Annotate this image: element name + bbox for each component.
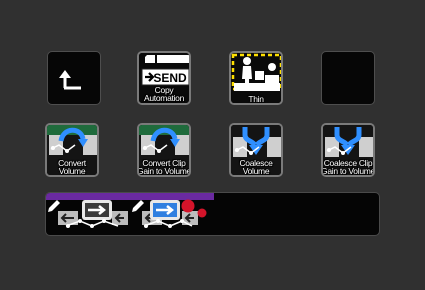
- convert-clip-gain-to-volume-button[interactable]: Convert Clip Gain to Volume: [137, 123, 191, 177]
- send-badge-text: SEND: [153, 71, 187, 85]
- back-button[interactable]: [47, 51, 101, 105]
- empty-slot-button[interactable]: [321, 51, 375, 105]
- edit-automation-item-2[interactable]: [130, 193, 214, 235]
- thin-automation-button[interactable]: Thin Automation: [229, 51, 283, 105]
- coalesce-volume-to-clip-gain-label: Coalesce Volume to Clip Gain: [236, 158, 277, 176]
- pencil-icon: [48, 200, 60, 212]
- coalesce-clip-gain-to-volume-label: Coalesce Clip Gain to Volume: [321, 158, 375, 176]
- copy-automation-to-send-label: Copy Automation to Send: [144, 85, 184, 103]
- convert-volume-to-clip-gain-label: Convert Volume to Clip Gain: [52, 158, 93, 176]
- pencil-icon: [132, 200, 144, 212]
- automation-preset-strip: [45, 192, 380, 236]
- coalesce-clip-gain-to-volume-button[interactable]: Coalesce Clip Gain to Volume: [321, 123, 375, 177]
- return-arrow-icon: [59, 70, 81, 90]
- convert-clip-gain-to-volume-label: Convert Clip Gain to Volume: [137, 158, 191, 176]
- thin-automation-label: Thin Automation: [236, 94, 276, 104]
- automation-transfer-record-icon: [130, 193, 214, 228]
- automation-transfer-icon: [46, 193, 130, 228]
- coalesce-volume-to-clip-gain-button[interactable]: Coalesce Volume to Clip Gain: [229, 123, 283, 177]
- edit-automation-item-1[interactable]: [46, 193, 130, 235]
- copy-automation-to-send-button[interactable]: SEND Copy Automation to Send: [137, 51, 191, 105]
- convert-volume-to-clip-gain-button[interactable]: Convert Volume to Clip Gain: [45, 123, 99, 177]
